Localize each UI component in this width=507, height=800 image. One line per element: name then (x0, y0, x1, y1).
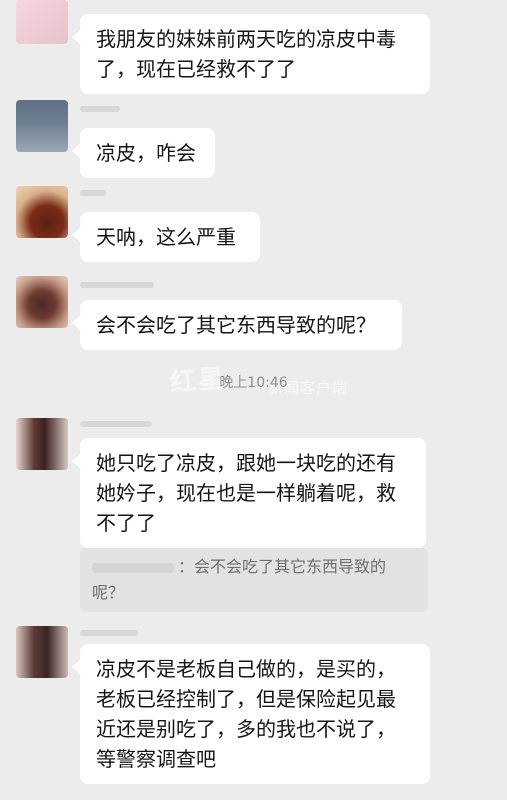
avatar[interactable] (16, 0, 68, 44)
avatar[interactable] (16, 418, 68, 470)
message-text: 会不会吃了其它东西导致的呢？ (96, 313, 376, 337)
nickname-redacted (80, 106, 120, 112)
message-bubble[interactable]: 凉皮不是老板自己做的，是买的，老板已经控制了，但是保险起见最近还是别吃了，多的我… (72, 644, 430, 784)
avatar[interactable] (16, 626, 68, 678)
avatar[interactable] (16, 276, 68, 328)
message-text: 我朋友的妹妹前两天吃的凉皮中毒了，现在已经救不了了 (96, 27, 396, 81)
chat-window: 我朋友的妹妹前两天吃的凉皮中毒了，现在已经救不了了 凉皮，咋会 天呐，这么严重 … (0, 0, 507, 800)
quote-sender-redacted (92, 562, 174, 573)
nickname-redacted (80, 630, 138, 636)
avatar[interactable] (16, 186, 68, 238)
message-bubble[interactable]: 凉皮，咋会 (72, 128, 215, 178)
quoted-message[interactable]: ：会不会吃了其它东西导致的呢？ (80, 548, 428, 612)
message-text: 她只吃了凉皮，跟她一块吃的还有她妗子，现在也是一样躺着呢，救不了了 (96, 451, 396, 535)
message-text: 天呐，这么严重 (96, 225, 236, 249)
message-bubble[interactable]: 她只吃了凉皮，跟她一块吃的还有她妗子，现在也是一样躺着呢，救不了了 (72, 438, 426, 548)
message-bubble[interactable]: 天呐，这么严重 (72, 212, 260, 262)
message-text: 凉皮不是老板自己做的，是买的，老板已经控制了，但是保险起见最近还是别吃了，多的我… (96, 657, 396, 771)
message-text: 凉皮，咋会 (96, 141, 196, 165)
nickname-redacted (80, 282, 154, 288)
timestamp: 晚上10:46 (219, 375, 288, 391)
avatar[interactable] (16, 100, 68, 152)
nickname-redacted (80, 421, 152, 427)
message-bubble[interactable]: 会不会吃了其它东西导致的呢？ (72, 300, 402, 350)
nickname-redacted (80, 190, 106, 196)
message-bubble[interactable]: 我朋友的妹妹前两天吃的凉皮中毒了，现在已经救不了了 (72, 14, 430, 94)
